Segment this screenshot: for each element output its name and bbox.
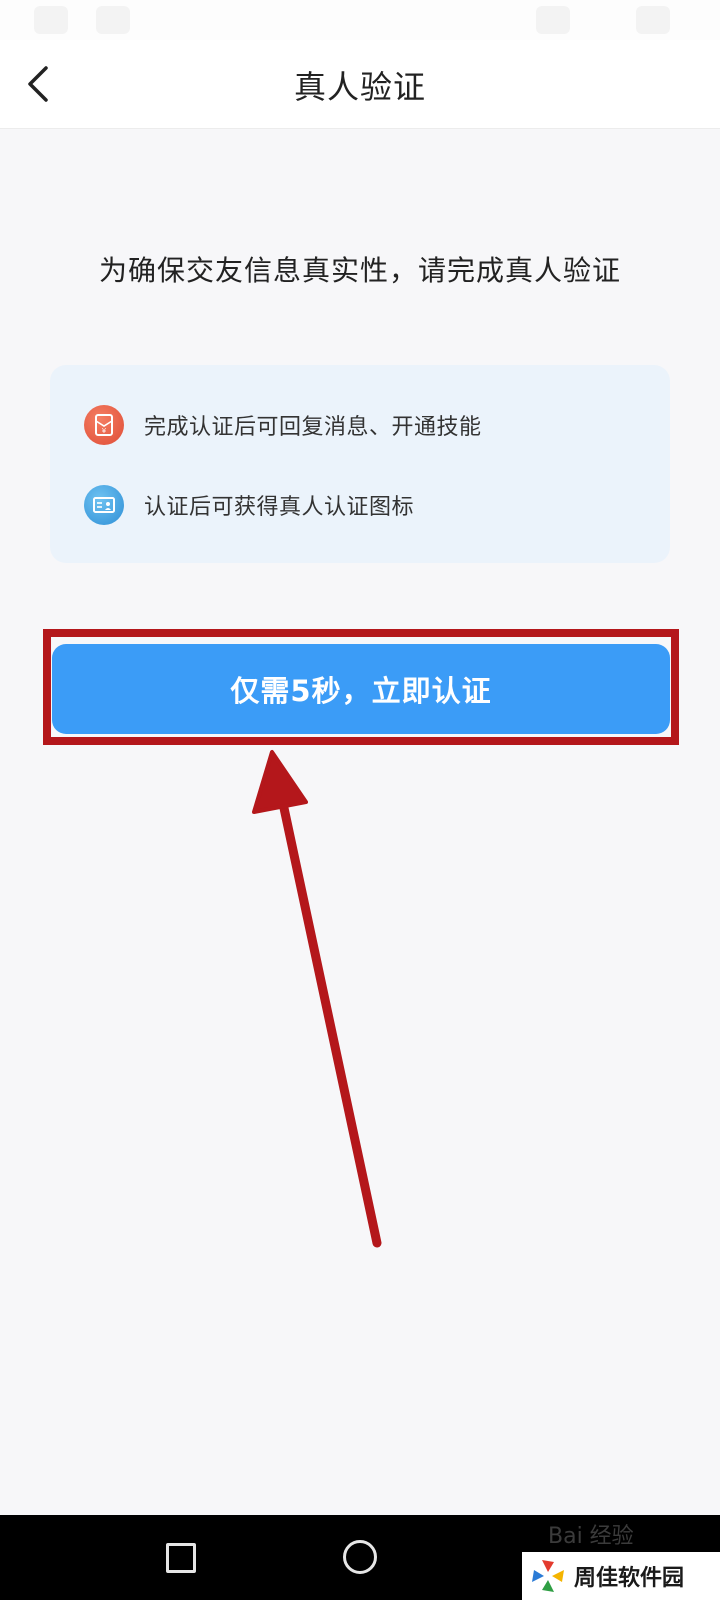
watermark-text: 周佳软件园 — [574, 1566, 685, 1591]
verify-now-button[interactable]: 仅需5秒，立即认证 — [52, 644, 670, 734]
circle-icon — [343, 1540, 377, 1574]
status-icon — [536, 6, 570, 34]
home-button[interactable] — [336, 1533, 384, 1581]
recents-button[interactable] — [156, 1533, 204, 1581]
watermark-badge: 周佳软件园 — [522, 1552, 720, 1600]
status-icon — [34, 6, 68, 34]
battery-icon — [636, 6, 670, 34]
benefit-item: ¥ 完成认证后可回复消息、开通技能 — [84, 405, 482, 445]
id-card-icon — [84, 485, 124, 525]
svg-text:¥: ¥ — [102, 427, 107, 435]
red-envelope-icon: ¥ — [84, 405, 124, 445]
annotation-arrow — [252, 750, 382, 1248]
status-icon — [96, 6, 130, 34]
pinwheel-logo-icon — [532, 1560, 564, 1592]
benefit-item: 认证后可获得真人认证图标 — [84, 485, 414, 525]
benefits-card: ¥ 完成认证后可回复消息、开通技能 认证后可获得真人认证图标 — [50, 365, 670, 563]
verification-prompt: 为确保交友信息真实性，请完成真人验证 — [98, 254, 621, 287]
benefit-text: 完成认证后可回复消息、开通技能 — [144, 415, 482, 440]
page-title: 真人验证 — [293, 68, 426, 106]
square-icon — [166, 1543, 196, 1573]
app-header: 真人验证 — [0, 40, 720, 129]
baidu-watermark: Bai 经验 — [548, 1524, 634, 1549]
benefit-text: 认证后可获得真人认证图标 — [144, 495, 415, 520]
status-bar — [0, 0, 720, 40]
